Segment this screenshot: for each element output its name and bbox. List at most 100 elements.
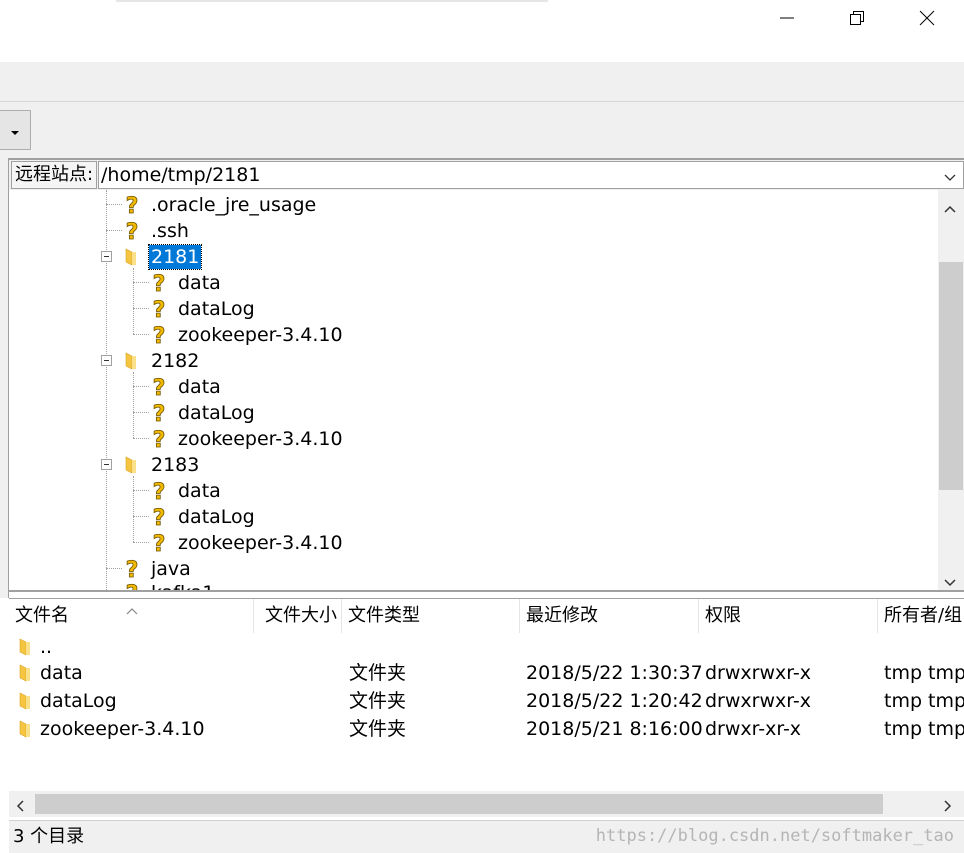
svg-text:?: ? (153, 298, 166, 321)
scroll-down-icon[interactable] (943, 572, 957, 590)
scroll-left-icon[interactable] (15, 797, 25, 818)
minimize-icon (779, 10, 795, 26)
file-modified: 2018/5/22 1:30:37 (526, 662, 703, 684)
column-header-permissions[interactable]: 权限 (699, 599, 878, 633)
column-header-filetype[interactable]: 文件类型 (342, 599, 520, 633)
tree-item-oracle-jre-usage[interactable]: ? .oracle_jre_usage (123, 192, 318, 218)
file-row-zookeeper[interactable]: zookeeper-3.4.10 文件夹 2018/5/21 8:16:00 d… (9, 715, 964, 743)
tree-item-2183-data[interactable]: ? data (150, 478, 223, 504)
unknown-icon: ? (150, 375, 168, 399)
tree-item-java[interactable]: ? java (123, 556, 193, 582)
remote-directory-tree[interactable]: ? .oracle_jre_usage ? .ssh 2181 ? data ?… (9, 190, 964, 592)
tree-item-label: java (151, 558, 191, 580)
tree-item-2182-datalog[interactable]: ? dataLog (150, 400, 257, 426)
tree-scroll-thumb[interactable] (939, 262, 963, 490)
folder-icon (18, 664, 32, 687)
tree-item-2181[interactable]: 2181 (123, 244, 203, 270)
file-row-datalog[interactable]: dataLog 文件夹 2018/5/22 1:20:42 drwxrwxr-x… (9, 687, 964, 715)
tree-item-label: 2181 (147, 244, 203, 270)
file-list-scroll-thumb[interactable] (35, 794, 883, 814)
remote-file-list[interactable]: 文件名 文件大小 文件类型 最近修改 权限 所有者/组 .. data 文件夹 … (9, 598, 964, 820)
tree-item-2181-data[interactable]: ? data (150, 270, 223, 296)
tree-line (133, 372, 134, 438)
watermark-text: https://blog.csdn.net/softmaker_tao (595, 826, 954, 846)
tree-item-2181-zookeeper[interactable]: ? zookeeper-3.4.10 (150, 322, 345, 348)
close-button[interactable] (892, 0, 962, 36)
file-name: .. (40, 636, 53, 658)
file-permissions: drwxr-xr-x (705, 718, 802, 740)
collapse-toggle-2181[interactable] (101, 251, 112, 262)
tree-item-label: .ssh (151, 220, 189, 242)
tree-line (133, 308, 149, 309)
svg-text:?: ? (153, 428, 166, 451)
scroll-right-icon[interactable] (943, 797, 953, 818)
tree-item-2183-datalog[interactable]: ? dataLog (150, 504, 257, 530)
folder-icon (18, 638, 32, 661)
column-header-filesize[interactable]: 文件大小 (254, 599, 342, 633)
restore-button[interactable] (822, 0, 892, 36)
tree-item-label: zookeeper-3.4.10 (178, 532, 343, 554)
tree-line (133, 386, 149, 387)
collapse-toggle-2182[interactable] (101, 355, 112, 366)
tree-line (133, 334, 149, 335)
tree-item-kafka1[interactable]: ? kafka1 (123, 580, 216, 590)
file-type: 文件夹 (349, 718, 407, 740)
title-shadow (116, 0, 548, 2)
tree-item-label: .oracle_jre_usage (151, 194, 317, 216)
tree-item-2182-data[interactable]: ? data (150, 374, 223, 400)
tree-item-2182[interactable]: 2182 (123, 348, 201, 374)
left-pane-edge (0, 158, 9, 598)
column-header-owner[interactable]: 所有者/组 (878, 599, 964, 633)
tree-item-label: data (178, 480, 221, 502)
tree-item-2181-datalog[interactable]: ? dataLog (150, 296, 257, 322)
file-type: 文件夹 (349, 662, 407, 684)
tree-line (133, 412, 149, 413)
file-list-header: 文件名 文件大小 文件类型 最近修改 权限 所有者/组 (9, 599, 964, 633)
minimize-button[interactable] (752, 0, 822, 36)
unknown-icon: ? (150, 505, 168, 529)
file-owner: tmp tmp (884, 690, 964, 712)
unknown-icon: ? (150, 401, 168, 425)
file-row-data[interactable]: data 文件夹 2018/5/22 1:30:37 drwxrwxr-x tm… (9, 659, 964, 687)
file-row-parent[interactable]: .. (9, 633, 964, 661)
remote-path-input[interactable]: /home/tmp/2181 (98, 161, 964, 189)
column-header-modified[interactable]: 最近修改 (520, 599, 699, 633)
tree-item-label: dataLog (178, 506, 255, 528)
tree-item-label: kafka1 (149, 581, 216, 590)
scroll-up-icon[interactable] (943, 198, 957, 219)
status-bar: 3 个目录 https://blog.csdn.net/softmaker_ta… (9, 820, 964, 853)
tree-item-2183-zookeeper[interactable]: ? zookeeper-3.4.10 (150, 530, 345, 556)
tree-item-2182-zookeeper[interactable]: ? zookeeper-3.4.10 (150, 426, 345, 452)
file-modified: 2018/5/21 8:16:00 (526, 718, 703, 740)
tree-item-ssh[interactable]: ? .ssh (123, 218, 191, 244)
toolbar-dropdown-button[interactable] (0, 110, 31, 150)
svg-text:?: ? (126, 558, 139, 581)
chevron-down-icon[interactable] (943, 165, 957, 191)
tree-line (106, 204, 122, 205)
svg-text:?: ? (153, 480, 166, 503)
tree-item-2183[interactable]: 2183 (123, 452, 201, 478)
file-modified: 2018/5/22 1:20:42 (526, 690, 703, 712)
unknown-icon: ? (123, 219, 141, 243)
svg-text:?: ? (153, 376, 166, 399)
svg-text:?: ? (153, 272, 166, 295)
unknown-icon: ? (150, 271, 168, 295)
tree-item-label: data (178, 272, 221, 294)
status-text: 3 个目录 (13, 826, 85, 847)
tree-item-label: 2182 (151, 350, 200, 372)
tree-line (106, 568, 122, 569)
close-icon (919, 10, 935, 26)
tree-line (106, 190, 107, 590)
collapse-toggle-2183[interactable] (101, 459, 112, 470)
folder-icon (18, 692, 32, 715)
tree-item-label: data (178, 376, 221, 398)
file-name: data (40, 662, 83, 684)
tree-line (133, 516, 149, 517)
file-owner: tmp tmp (884, 718, 964, 740)
file-list-horizontal-scrollbar[interactable] (9, 791, 964, 817)
title-bar (0, 0, 964, 62)
folder-icon (123, 455, 141, 475)
restore-icon (849, 10, 865, 26)
tree-vertical-scrollbar[interactable] (938, 190, 964, 590)
toolbar (0, 102, 964, 158)
